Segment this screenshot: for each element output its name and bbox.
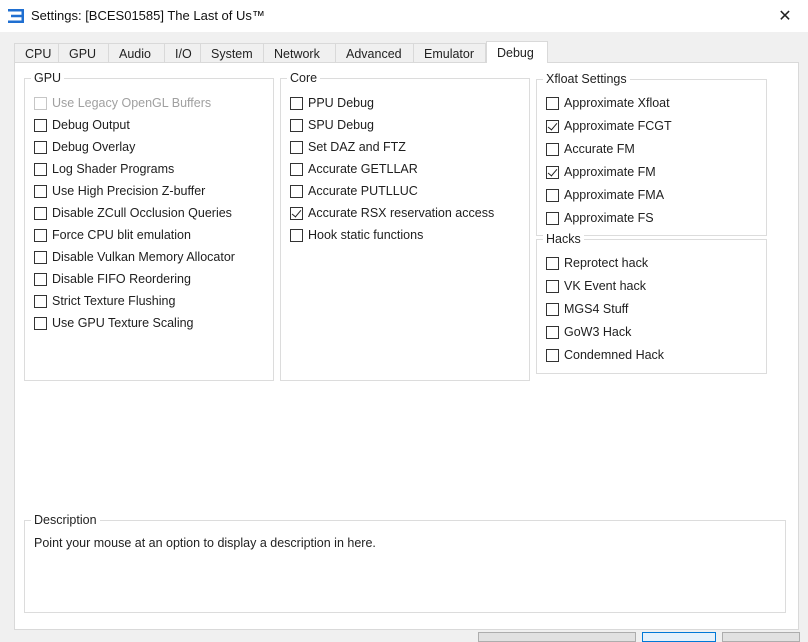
tab-gpu[interactable]: GPU (58, 43, 108, 63)
checkbox-debug-output[interactable]: Debug Output (34, 116, 130, 134)
dialog-button[interactable] (478, 632, 636, 642)
checkbox-high-precision-zbuffer[interactable]: Use High Precision Z-buffer (34, 182, 205, 200)
checkbox-force-cpu-blit[interactable]: Force CPU blit emulation (34, 226, 191, 244)
description-group-title: Description (31, 512, 100, 528)
tab-network[interactable]: Network (263, 43, 335, 63)
checkbox-disable-zcull[interactable]: Disable ZCull Occlusion Queries (34, 204, 232, 222)
checkbox-icon (290, 162, 303, 176)
tab-cpu[interactable]: CPU (14, 43, 58, 63)
dialog-button-default[interactable] (642, 632, 716, 642)
checkbox-disable-fifo-reordering[interactable]: Disable FIFO Reordering (34, 270, 191, 288)
checkbox-condemned-hack[interactable]: Condemned Hack (546, 346, 664, 364)
checkbox-icon (546, 279, 559, 293)
tab-debug[interactable]: Debug (486, 41, 548, 63)
checkbox-icon (546, 96, 559, 110)
checkbox-icon (546, 142, 559, 156)
checkbox-use-legacy-opengl-buffers[interactable]: Use Legacy OpenGL Buffers (34, 94, 211, 112)
checkbox-icon (546, 302, 559, 316)
tab-audio[interactable]: Audio (108, 43, 164, 63)
rpcs3-logo-icon (8, 9, 24, 23)
title-bar: Settings: [BCES01585] The Last of Us™ ✕ (0, 0, 808, 32)
checkbox-icon (290, 118, 303, 132)
checkbox-icon (290, 96, 303, 110)
xfloat-group-title: Xfloat Settings (543, 71, 630, 87)
checkbox-approximate-fma[interactable]: Approximate FMA (546, 186, 664, 204)
checkbox-strict-texture-flushing[interactable]: Strict Texture Flushing (34, 292, 175, 310)
close-button[interactable]: ✕ (762, 0, 808, 32)
checkbox-accurate-putlluc[interactable]: Accurate PUTLLUC (290, 182, 418, 200)
checkbox-icon (34, 118, 47, 132)
checkbox-icon (34, 96, 47, 110)
checkbox-icon (290, 228, 303, 242)
checkbox-vk-event-hack[interactable]: VK Event hack (546, 277, 646, 295)
checkbox-approximate-fcgt[interactable]: Approximate FCGT (546, 117, 672, 135)
checkbox-accurate-rsx-reservation[interactable]: Accurate RSX reservation access (290, 204, 494, 222)
description-group: Description Point your mouse at an optio… (24, 512, 786, 613)
window-title: Settings: [BCES01585] The Last of Us™ (31, 8, 265, 23)
hacks-group: Hacks Reprotect hack VK Event hack MGS4 … (536, 231, 767, 374)
tab-bar: CPU GPU Audio I/O System Network Advance… (14, 41, 548, 63)
checkbox-accurate-getllar[interactable]: Accurate GETLLAR (290, 160, 418, 178)
checkbox-icon (290, 140, 303, 154)
checkbox-reprotect-hack[interactable]: Reprotect hack (546, 254, 648, 272)
checkbox-icon (546, 348, 559, 362)
tab-emulator[interactable]: Emulator (413, 43, 486, 63)
checkbox-icon (546, 188, 559, 202)
checkbox-checked-icon (546, 165, 559, 179)
checkbox-set-daz-ftz[interactable]: Set DAZ and FTZ (290, 138, 406, 156)
core-group: Core PPU Debug SPU Debug Set DAZ and FTZ… (280, 70, 530, 381)
checkbox-icon (546, 325, 559, 339)
hacks-group-title: Hacks (543, 231, 584, 247)
checkbox-icon (546, 211, 559, 225)
gpu-group: GPU Use Legacy OpenGL Buffers Debug Outp… (24, 70, 274, 381)
checkbox-icon (34, 162, 47, 176)
checkbox-icon (34, 272, 47, 286)
debug-tab-panel: GPU Use Legacy OpenGL Buffers Debug Outp… (14, 62, 799, 630)
checkbox-disable-vulkan-mem-allocator[interactable]: Disable Vulkan Memory Allocator (34, 248, 235, 266)
checkbox-approximate-fm[interactable]: Approximate FM (546, 163, 656, 181)
checkbox-icon (34, 140, 47, 154)
checkbox-icon (34, 184, 47, 198)
tab-system[interactable]: System (200, 43, 263, 63)
close-icon: ✕ (778, 8, 792, 25)
checkbox-accurate-fm[interactable]: Accurate FM (546, 140, 635, 158)
tab-io[interactable]: I/O (164, 43, 200, 63)
checkbox-icon (290, 184, 303, 198)
checkbox-debug-overlay[interactable]: Debug Overlay (34, 138, 135, 156)
checkbox-approximate-fs[interactable]: Approximate FS (546, 209, 654, 227)
checkbox-mgs4-stuff[interactable]: MGS4 Stuff (546, 300, 628, 318)
description-text: Point your mouse at an option to display… (34, 536, 376, 550)
core-group-title: Core (287, 70, 321, 86)
checkbox-gpu-texture-scaling[interactable]: Use GPU Texture Scaling (34, 314, 194, 332)
xfloat-settings-group: Xfloat Settings Approximate Xfloat Appro… (536, 71, 767, 236)
checkbox-hook-static-functions[interactable]: Hook static functions (290, 226, 423, 244)
checkbox-icon (34, 250, 47, 264)
checkbox-icon (34, 316, 47, 330)
checkbox-spu-debug[interactable]: SPU Debug (290, 116, 374, 134)
checkbox-checked-icon (290, 206, 303, 220)
checkbox-icon (34, 206, 47, 220)
checkbox-icon (546, 256, 559, 270)
checkbox-checked-icon (546, 119, 559, 133)
checkbox-gow3-hack[interactable]: GoW3 Hack (546, 323, 631, 341)
checkbox-icon (34, 228, 47, 242)
checkbox-approximate-xfloat[interactable]: Approximate Xfloat (546, 94, 670, 112)
gpu-group-title: GPU (31, 70, 65, 86)
checkbox-log-shader-programs[interactable]: Log Shader Programs (34, 160, 174, 178)
tab-advanced[interactable]: Advanced (335, 43, 413, 63)
checkbox-ppu-debug[interactable]: PPU Debug (290, 94, 374, 112)
dialog-button[interactable] (722, 632, 800, 642)
checkbox-icon (34, 294, 47, 308)
